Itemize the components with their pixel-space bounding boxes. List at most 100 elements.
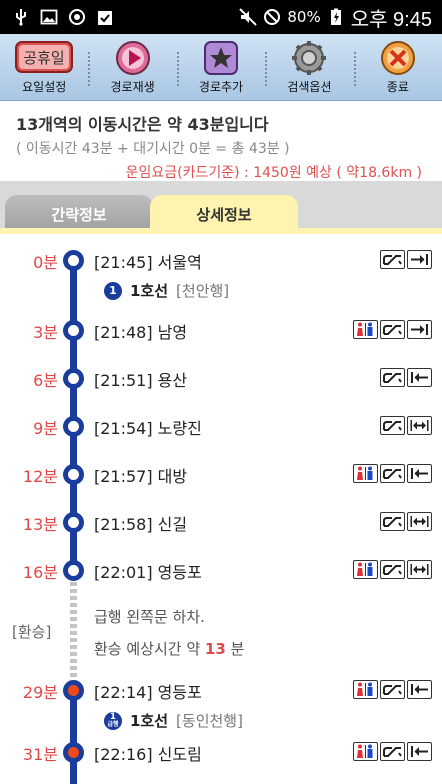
gear-icon <box>292 41 327 75</box>
exit-button[interactable]: 종료 <box>353 34 442 100</box>
station-node <box>63 512 84 533</box>
station-row[interactable]: 12분 [21:57] 대방 <box>0 463 442 493</box>
restroom-icon <box>353 320 378 339</box>
station-name: [21:45] 서울역 <box>94 253 202 272</box>
toolbar-label-option: 검색옵션 <box>287 80 332 94</box>
station-node <box>63 320 84 341</box>
restroom-icon <box>353 680 378 699</box>
elapsed-minutes: 31분 <box>22 745 58 764</box>
restroom-icon <box>353 464 378 483</box>
exit-left-icon <box>407 368 432 387</box>
station-row[interactable]: 29분 [22:14] 영등포 <box>0 679 442 709</box>
route-detail-list[interactable]: 0분 [21:45] 서울역 1 1호선 [천안행] 3분 [21:48] 남영 6분 [21:… <box>0 234 442 784</box>
star-icon <box>204 41 239 75</box>
escalator-icon <box>380 416 405 435</box>
exit-right-icon <box>407 250 432 269</box>
line-info: 1 1호선 [천안행] <box>104 280 229 301</box>
exit-left-icon <box>407 680 432 699</box>
station-node <box>63 250 84 271</box>
holiday-badge-text: 공휴일 <box>24 49 65 67</box>
toolbar-label-add: 경로추가 <box>198 80 244 94</box>
station-row[interactable]: 6분 [21:51] 용산 <box>0 367 442 397</box>
close-icon <box>380 41 415 75</box>
summary-main-text: 개역의 이동시간은 약 43분입니다 <box>38 115 269 134</box>
no-sign-icon <box>264 9 281 25</box>
exit-both-icon <box>407 416 432 435</box>
elapsed-minutes: 16분 <box>22 563 58 582</box>
line-name: 1호선 <box>130 282 169 300</box>
play-icon <box>115 41 150 75</box>
station-name: [21:51] 용산 <box>94 371 188 390</box>
toolbar: 공휴일 요일설정 경로재생 경로추가 검색옵션 종료 <box>0 34 442 101</box>
tab-bar: 간략정보 상세정보 <box>0 181 442 234</box>
line-direction: [동인천행] <box>176 712 243 730</box>
station-name: [22:16] 신도림 <box>94 745 202 764</box>
route-summary: 13개역의 이동시간은 약 43분입니다 ( 이동시간 43분 + 대기시간 0… <box>0 101 442 181</box>
line-info: 1 급행 1호선 [동인천행] <box>104 710 243 731</box>
station-facility-icons <box>380 368 432 387</box>
sync-icon <box>69 9 85 25</box>
station-name: [21:48] 남영 <box>94 323 188 342</box>
escalator-icon <box>380 320 405 339</box>
escalator-icon <box>380 560 405 579</box>
station-name: [21:54] 노량진 <box>94 419 202 438</box>
escalator-icon <box>380 464 405 483</box>
holiday-calendar-icon: 공휴일 <box>15 41 74 73</box>
station-node <box>63 560 84 581</box>
line-badge-icon: 1 급행 <box>104 711 122 730</box>
transfer-note: 급행 왼쪽문 하차. <box>94 608 205 626</box>
elapsed-minutes: 13분 <box>22 515 58 534</box>
toolbar-label-exit: 종료 <box>386 80 409 94</box>
station-facility-icons <box>353 464 432 483</box>
battery-percent: 80% <box>287 8 321 26</box>
transfer-time-value: 13 <box>204 640 226 658</box>
station-row[interactable]: 13분 [21:58] 신길 <box>0 511 442 541</box>
station-row[interactable]: 9분 [21:54] 노량진 <box>0 415 442 445</box>
station-facility-icons <box>353 742 432 761</box>
station-name: [21:57] 대방 <box>94 467 188 486</box>
app-root: 80% 오후 9:45 공휴일 요일설정 경로재생 경로추가 검색옵션 종료 1… <box>0 0 442 784</box>
station-facility-icons <box>380 416 432 435</box>
battery-charging-icon <box>330 8 341 25</box>
station-facility-icons <box>380 512 432 531</box>
summary-detail: ( 이동시간 43분 + 대기시간 0분 = 총 43분 ) <box>16 141 290 157</box>
station-row[interactable]: 16분 [22:01] 영등포 <box>0 559 442 589</box>
transfer-time-suffix: 분 <box>225 640 245 658</box>
summary-main: 13개역의 이동시간은 약 43분입니다 <box>16 111 428 135</box>
day-setting-button[interactable]: 공휴일 요일설정 <box>0 34 88 100</box>
elapsed-minutes: 12분 <box>22 467 58 486</box>
elapsed-minutes: 3분 <box>33 323 58 342</box>
exit-both-icon <box>407 560 432 579</box>
line-badge-icon: 1 <box>104 281 122 300</box>
station-facility-icons <box>353 680 432 699</box>
route-play-button[interactable]: 경로재생 <box>88 34 176 100</box>
station-facility-icons <box>353 320 432 339</box>
exit-both-icon <box>407 512 432 531</box>
station-node <box>63 680 84 701</box>
station-row[interactable]: 3분 [21:48] 남영 <box>0 319 442 349</box>
transfer-time: 환승 예상시간 약 13 분 <box>94 638 244 659</box>
toolbar-label-day: 요일설정 <box>22 80 67 94</box>
line-direction: [천안행] <box>176 282 230 300</box>
line-badge-number: 1 <box>109 711 117 722</box>
exit-right-icon <box>407 320 432 339</box>
elapsed-minutes: 9분 <box>33 419 58 438</box>
search-option-button[interactable]: 검색옵션 <box>265 34 353 100</box>
station-row[interactable]: 31분 [22:16] 신도림 <box>0 741 442 771</box>
elapsed-minutes: 29분 <box>22 683 58 702</box>
elapsed-minutes: 0분 <box>33 253 58 272</box>
station-facility-icons <box>353 560 432 579</box>
station-row[interactable]: 0분 [21:45] 서울역 <box>0 249 442 279</box>
transfer-label: [환승] <box>12 623 52 641</box>
elapsed-minutes: 6분 <box>33 371 58 390</box>
toolbar-label-play: 경로재생 <box>110 80 155 94</box>
exit-left-icon <box>407 464 432 483</box>
image-icon <box>40 9 58 25</box>
transfer-dotted-line <box>70 582 77 682</box>
station-node <box>63 368 84 389</box>
route-add-button[interactable]: 경로추가 <box>176 34 265 100</box>
escalator-icon <box>380 512 405 531</box>
summary-fare: 운임요금(카드기준) : 1450원 예상 ( 약18.6km ) <box>125 165 422 181</box>
station-node <box>63 416 84 437</box>
station-node <box>63 464 84 485</box>
